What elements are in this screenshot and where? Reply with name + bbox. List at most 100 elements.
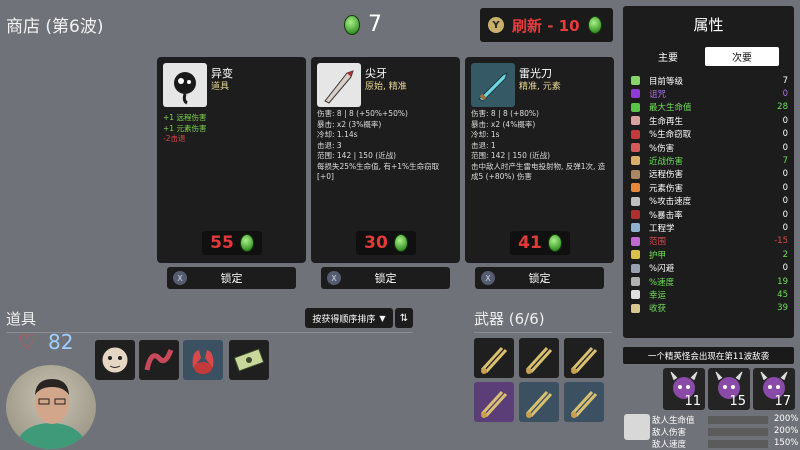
shop-title: 商店 (第6波) — [6, 17, 104, 37]
stat-value: 0 — [782, 196, 788, 207]
stat-value: 0 — [782, 129, 788, 140]
shop-card-1[interactable]: 异变 道具 +1 远程伤害 +1 元素伤害 -2击退 55 — [157, 57, 306, 263]
items-title: 道具 — [6, 310, 37, 328]
card-stats: 伤害: 8 | 8 (+80%) 暴击: x2 (4%概率) 冷却: 1s 击退… — [471, 109, 610, 183]
sort-dropdown[interactable]: 按获得顺序排序 ▼ — [305, 308, 393, 328]
stat-icon — [631, 76, 640, 85]
enemy-stat-bar — [708, 428, 768, 436]
stat-name: 近战伤害 — [649, 156, 684, 167]
tentacle-item-icon — [144, 349, 174, 371]
stat-icon — [631, 277, 640, 286]
lock-button-1[interactable]: X 锁定 — [167, 267, 296, 289]
weapon-slot-4[interactable] — [474, 382, 514, 422]
stat-icon — [631, 183, 640, 193]
stat-icon — [631, 143, 640, 152]
stat-value: 0 — [782, 88, 788, 99]
stat-value: 0 — [782, 169, 788, 180]
stat-value: 0 — [782, 263, 788, 274]
price-tag: 55 — [202, 231, 262, 255]
reroll-button[interactable]: Y 刷新 - 10 — [480, 8, 613, 42]
stat-icon — [631, 236, 640, 246]
stat-row: 生命再生 0 — [631, 114, 788, 127]
enemy-stat-value: 200% — [774, 414, 799, 424]
stat-value: 28 — [777, 102, 788, 113]
x-button-icon: X — [481, 271, 495, 285]
enemy-stat-value: 150% — [774, 438, 799, 448]
elite-notice: 一个精英怪会出现在第11波敌袭 — [623, 347, 794, 364]
item-slot-1[interactable] — [95, 340, 135, 380]
weapon-slot-2[interactable] — [519, 338, 559, 378]
pruner-weapon-icon — [525, 390, 553, 418]
stat-name: %攻击速度 — [649, 197, 692, 208]
stat-name: %闪避 — [649, 264, 675, 275]
stat-row: %伤害 0 — [631, 141, 788, 154]
heart-icon: ♡ — [18, 330, 36, 354]
price-value: 55 — [210, 233, 234, 253]
stat-name: 最大生命值 — [649, 103, 692, 114]
lock-button-3[interactable]: X 锁定 — [475, 267, 604, 289]
material-coin-icon — [239, 234, 254, 252]
lock-button-2[interactable]: X 锁定 — [321, 267, 450, 289]
enemy-wave-2: 15 — [708, 368, 750, 410]
streamer-avatar — [17, 379, 85, 449]
stat-value: 19 — [777, 276, 788, 287]
x-button-icon: X — [173, 271, 187, 285]
item-slot-3[interactable] — [183, 340, 223, 380]
shop-card-3[interactable]: 雷光刀 精准, 元素 伤害: 8 | 8 (+80%) 暴击: x2 (4%概率… — [465, 57, 614, 263]
stat-name: 目前等级 — [649, 76, 684, 87]
lock-label: 锁定 — [220, 272, 243, 285]
stat-name: %暴击率 — [649, 210, 683, 221]
fang-weapon-icon — [317, 63, 361, 107]
stat-row: %暴击率 0 — [631, 208, 788, 221]
item-slot-4[interactable] — [229, 340, 269, 380]
stat-value: 0 — [782, 209, 788, 220]
enemy-stat-row: 敌人生命值 200% — [624, 414, 800, 426]
sort-order-button[interactable]: ⇅ — [395, 308, 413, 328]
stat-line: 击中敌人时产生雷电投射物, 反弹1次, 造成5 (+80%) 伤害 — [471, 161, 606, 182]
pruner-weapon-icon — [480, 390, 508, 418]
weapon-slot-3[interactable] — [564, 338, 604, 378]
crab-claw-item-icon — [192, 350, 214, 374]
stat-value: 0 — [782, 182, 788, 193]
stat-value: 0 — [782, 115, 788, 126]
tab-primary[interactable]: 主要 — [631, 47, 705, 66]
stat-line: 击退: 1 — [471, 140, 496, 150]
weapons-divider — [474, 332, 612, 333]
tab-secondary[interactable]: 次要 — [705, 47, 779, 66]
stat-row: 远程伤害 0 — [631, 168, 788, 181]
stat-icon — [631, 250, 640, 260]
stat-line: 每损失25%生命值, 有+1%生命窃取[+0] — [317, 161, 440, 182]
stat-row: 收获 39 — [631, 302, 788, 315]
stat-name: 范围 — [649, 237, 667, 248]
stats-panel: 属性 主要 次要 目前等级 7 诅咒 0 最大生命值 28 生命再生 0 %生命窃取 0 %伤害 0 近… — [623, 6, 794, 338]
stat-name: 幸运 — [649, 290, 667, 301]
stat-value: 39 — [777, 303, 788, 314]
weapon-slot-6[interactable] — [564, 382, 604, 422]
wave-number: 11 — [684, 394, 701, 409]
weapon-slot-5[interactable] — [519, 382, 559, 422]
stat-icon — [631, 89, 640, 99]
material-coin-icon — [393, 234, 408, 252]
stat-line: 范围: 142 | 150 (近战) — [471, 151, 551, 160]
lock-label: 锁定 — [528, 272, 551, 285]
enemy-stat-value: 200% — [774, 426, 799, 436]
stat-icon — [631, 210, 640, 219]
stat-line: 伤害: 8 | 8 (+80%) — [471, 109, 539, 118]
stat-row: 最大生命值 28 — [631, 101, 788, 114]
enemy-wave-1: 11 — [663, 368, 705, 410]
enemy-stat-row: 敌人速度 150% — [624, 438, 800, 450]
price-value: 41 — [518, 233, 542, 253]
price-value: 30 — [364, 233, 388, 253]
stat-value: 0 — [782, 142, 788, 153]
stat-row: %攻击速度 0 — [631, 195, 788, 208]
webcam-overlay — [6, 365, 96, 449]
enemy-wave-3: 17 — [753, 368, 795, 410]
weapon-slot-1[interactable] — [474, 338, 514, 378]
lock-label: 锁定 — [374, 272, 397, 285]
pruner-weapon-icon — [480, 346, 508, 374]
stat-name: 诅咒 — [649, 89, 667, 100]
stat-value: -15 — [774, 236, 788, 247]
stat-row: 诅咒 0 — [631, 87, 788, 100]
item-slot-2[interactable] — [139, 340, 179, 380]
shop-card-2[interactable]: 尖牙 原始, 精准 伤害: 8 | 8 (+50%+50%) 暴击: x2 (3… — [311, 57, 460, 263]
